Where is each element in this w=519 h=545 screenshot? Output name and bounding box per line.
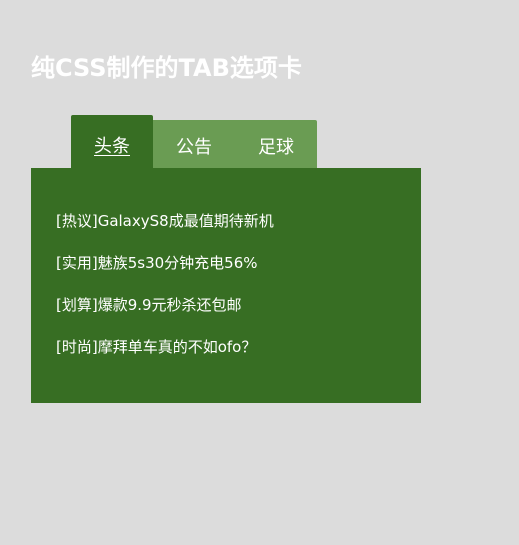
news-item[interactable]: [热议]GalaxyS8成最值期待新机 xyxy=(56,211,274,253)
page-title: 纯CSS制作的TAB选项卡 xyxy=(31,54,302,82)
tab-bar: 头条 公告 足球 xyxy=(71,115,321,168)
news-item[interactable]: [划算]爆款9.9元秒杀还包邮 xyxy=(56,295,274,337)
tab-announcements[interactable]: 公告 xyxy=(153,120,235,168)
tab-football[interactable]: 足球 xyxy=(235,120,317,168)
tab-content-panel: [热议]GalaxyS8成最值期待新机 [实用]魅族5s30分钟充电56% [划… xyxy=(31,168,421,403)
news-list: [热议]GalaxyS8成最值期待新机 [实用]魅族5s30分钟充电56% [划… xyxy=(56,211,274,379)
tab-headlines[interactable]: 头条 xyxy=(71,115,153,168)
tab-football-label: 足球 xyxy=(258,137,294,158)
news-item[interactable]: [时尚]摩拜单车真的不如ofo？ xyxy=(56,337,274,379)
tab-headlines-label: 头条 xyxy=(94,136,130,157)
tab-announcements-label: 公告 xyxy=(176,137,212,158)
news-item[interactable]: [实用]魅族5s30分钟充电56% xyxy=(56,253,274,295)
